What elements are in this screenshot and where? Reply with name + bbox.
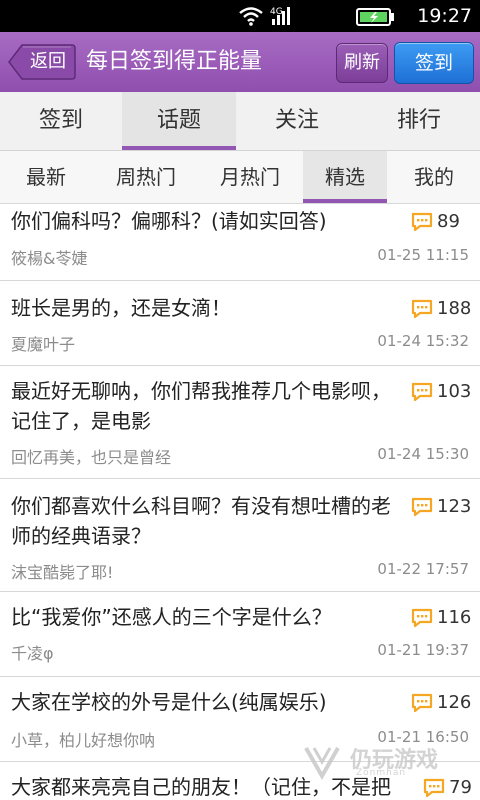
topic-title: 最近好无聊呐，你们帮我推荐几个电影呗，记住了，是电影 [11,379,391,433]
post-date: 01-22 17:57 [377,560,469,578]
subtab-monthly-hot[interactable]: 月热门 [208,151,292,203]
comment-number: 103 [437,381,472,402]
status-bar: 4G 19:27 [0,0,480,32]
tab-signin[interactable]: 签到 [4,92,118,150]
post-date: 01-24 15:32 [377,332,469,350]
comment-count: 89 [411,210,469,234]
topic-title: 比“我爱你”还感人的三个字是什么？ [11,605,332,629]
signin-button[interactable]: 签到 [394,42,474,84]
post-date: 01-24 15:30 [377,445,469,463]
clock: 19:27 [417,5,472,27]
topic-title: 你们偏科吗？偏哪科？(请如实回答) [11,209,327,233]
post-date: 01-21 19:37 [377,641,469,659]
subtab-latest[interactable]: 最新 [4,151,88,203]
comment-count: 126 [411,691,472,715]
author-name: 千凌φ [11,644,54,663]
author-name: 沫宝酷毙了耶! [11,563,114,582]
author-name: 小草，柏儿好想你呐 [11,731,156,750]
author-name: 夏魔叶子 [11,335,76,354]
sub-tabs: 最新 周热门 月热门 精选 我的 [0,151,480,204]
comment-count: 188 [411,297,472,321]
author-name: 回忆再美，也只是曾经 [11,448,172,467]
cell-signal-icon: 4G [270,7,290,25]
subtab-mine[interactable]: 我的 [392,151,476,203]
wifi-icon [239,7,263,26]
battery-icon [356,8,394,26]
main-tabs: 签到 话题 关注 排行 [0,92,480,151]
signal-icons: 4G [239,7,290,26]
comment-icon [411,608,433,628]
subtab-weekly-hot[interactable]: 周热门 [104,151,188,203]
comment-icon [411,382,433,402]
author-name: 筱楊&苓婕 [11,249,88,268]
post-date: 01-25 11:15 [377,246,469,264]
subtab-featured[interactable]: 精选 [303,151,387,203]
back-button-label: 返回 [30,51,66,72]
comment-icon [411,212,433,232]
tab-ranking[interactable]: 排行 [362,92,476,150]
list-item[interactable]: 最近好无聊呐，你们帮我推荐几个电影呗，记住了，是电影 103 回忆再美，也只是曾… [0,366,480,479]
tab-topics[interactable]: 话题 [122,92,236,150]
page-title: 每日签到得正能量 [86,49,263,74]
watermark-sub: Zonmhan [356,768,407,778]
title-bar: 返回 每日签到得正能量 刷新 签到 [0,32,480,92]
list-item[interactable]: 比“我爱你”还感人的三个字是什么？ 116 千凌φ 01-21 19:37 [0,592,480,677]
comment-icon [411,693,433,713]
network-type: 4G [270,7,283,17]
topic-title: 大家在学校的外号是什么(纯属娱乐) [11,690,327,714]
comment-icon [411,497,433,517]
comment-count: 123 [411,495,472,519]
comment-icon [411,299,433,319]
comment-number: 188 [437,298,472,319]
topic-list: 你们偏科吗？偏哪科？(请如实回答) 89 筱楊&苓婕 01-25 11:15 班… [0,204,480,800]
back-button[interactable]: 返回 [8,44,76,80]
topic-title: 班长是男的，还是女滴！ [11,296,231,320]
list-item[interactable]: 你们偏科吗？偏哪科？(请如实回答) 89 筱楊&苓婕 01-25 11:15 [0,204,480,281]
topic-title: 你们都喜欢什么科目啊？有没有想吐槽的老师的经典语录？ [11,494,391,548]
comment-count: 116 [411,606,472,630]
comment-number: 116 [437,607,472,628]
list-item[interactable]: 你们都喜欢什么科目啊？有没有想吐槽的老师的经典语录？ 123 沫宝酷毙了耶! 0… [0,479,480,592]
tab-follow[interactable]: 关注 [240,92,354,150]
comment-number: 126 [437,692,472,713]
comment-number: 89 [437,211,460,232]
list-item[interactable]: 班长是男的，还是女滴！ 188 夏魔叶子 01-24 15:32 [0,281,480,366]
watermark: 仍玩游戏 Zonmhan [300,738,470,788]
comment-number: 123 [437,496,472,517]
refresh-button[interactable]: 刷新 [336,43,388,83]
watermark-logo-icon [304,747,340,781]
comment-count: 103 [411,380,472,404]
